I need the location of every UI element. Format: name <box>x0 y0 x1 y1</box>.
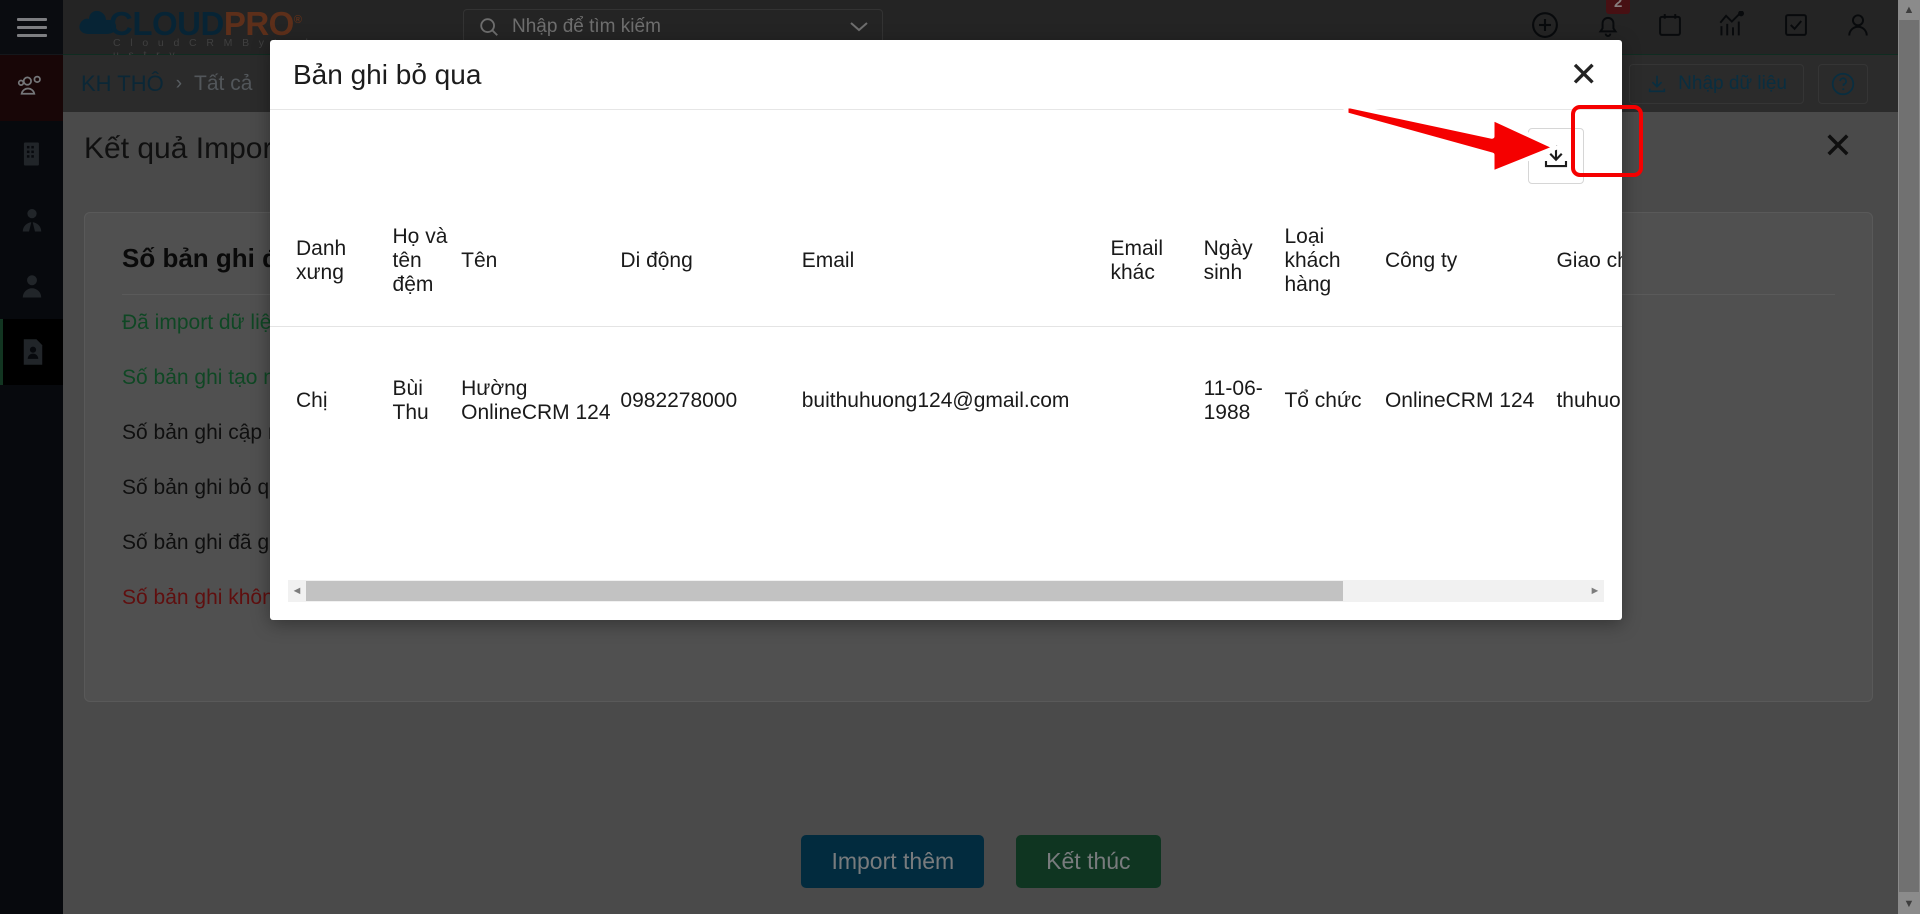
cell-di-dong: 0982278000 <box>620 389 738 413</box>
scrollbar-thumb[interactable] <box>306 581 1343 601</box>
cell-giao-cho: thuhuong <box>1556 389 1622 413</box>
modal-close-button[interactable]: ✕ <box>1570 58 1599 92</box>
cell-ngay-sinh: 11-06-1988 <box>1203 377 1263 425</box>
modal-header: Bản ghi bỏ qua ✕ <box>270 40 1622 110</box>
th-ten: Tên <box>461 196 621 327</box>
table-horizontal-scrollbar[interactable]: ◄ ► <box>288 580 1604 602</box>
modal-title: Bản ghi bỏ qua <box>293 58 482 90</box>
th-di-dong: Di động <box>620 196 802 327</box>
cell-email: buithuhuong124@gmail.com <box>801 389 1070 413</box>
table-header-row: Danh xưng Họ và tên đệm Tên Di động Emai… <box>270 196 1622 327</box>
cell-ho-va-ten-dem: Bùi Thu <box>392 377 429 425</box>
skipped-records-modal: Bản ghi bỏ qua ✕ Danh xưng Họ và tên đệm… <box>270 40 1622 620</box>
cell-loai-khach-hang: Tổ chức <box>1284 389 1362 413</box>
modal-body: Danh xưng Họ và tên đệm Tên Di động Emai… <box>270 110 1622 620</box>
th-ho-va-ten-dem: Họ và tên đệm <box>392 196 462 327</box>
th-ngay-sinh: Ngày sinh <box>1203 196 1285 327</box>
cell-ten: Hường OnlineCRM 124 <box>461 377 611 425</box>
scroll-right-arrow[interactable]: ► <box>1586 585 1604 597</box>
cell-danh-xung: Chị <box>296 389 328 413</box>
cell-email-khac <box>1111 326 1204 476</box>
cell-cong-ty: OnlineCRM 124 <box>1384 389 1535 413</box>
th-email-khac: Email khác <box>1110 196 1204 327</box>
th-giao-cho: Giao cho <box>1556 196 1622 327</box>
records-table: Danh xưng Họ và tên đệm Tên Di động Emai… <box>270 196 1622 476</box>
th-loai-khach-hang: Loại khách hàng <box>1284 196 1385 327</box>
th-danh-xung: Danh xưng <box>270 196 393 327</box>
th-cong-ty: Công ty <box>1384 196 1557 327</box>
table-row[interactable]: Chị Bùi Thu Hường OnlineCRM 124 09822780… <box>270 326 1622 476</box>
th-email: Email <box>801 196 1111 327</box>
screen: CLOUDPRO® C l o u d C R M B y I n d u s … <box>0 0 1920 914</box>
download-icon <box>1544 145 1568 168</box>
records-table-container[interactable]: Danh xưng Họ và tên đệm Tên Di động Emai… <box>270 196 1622 596</box>
download-export-button[interactable] <box>1528 128 1584 184</box>
scrollbar-track[interactable] <box>306 581 1586 601</box>
scroll-left-arrow[interactable]: ◄ <box>288 585 306 597</box>
